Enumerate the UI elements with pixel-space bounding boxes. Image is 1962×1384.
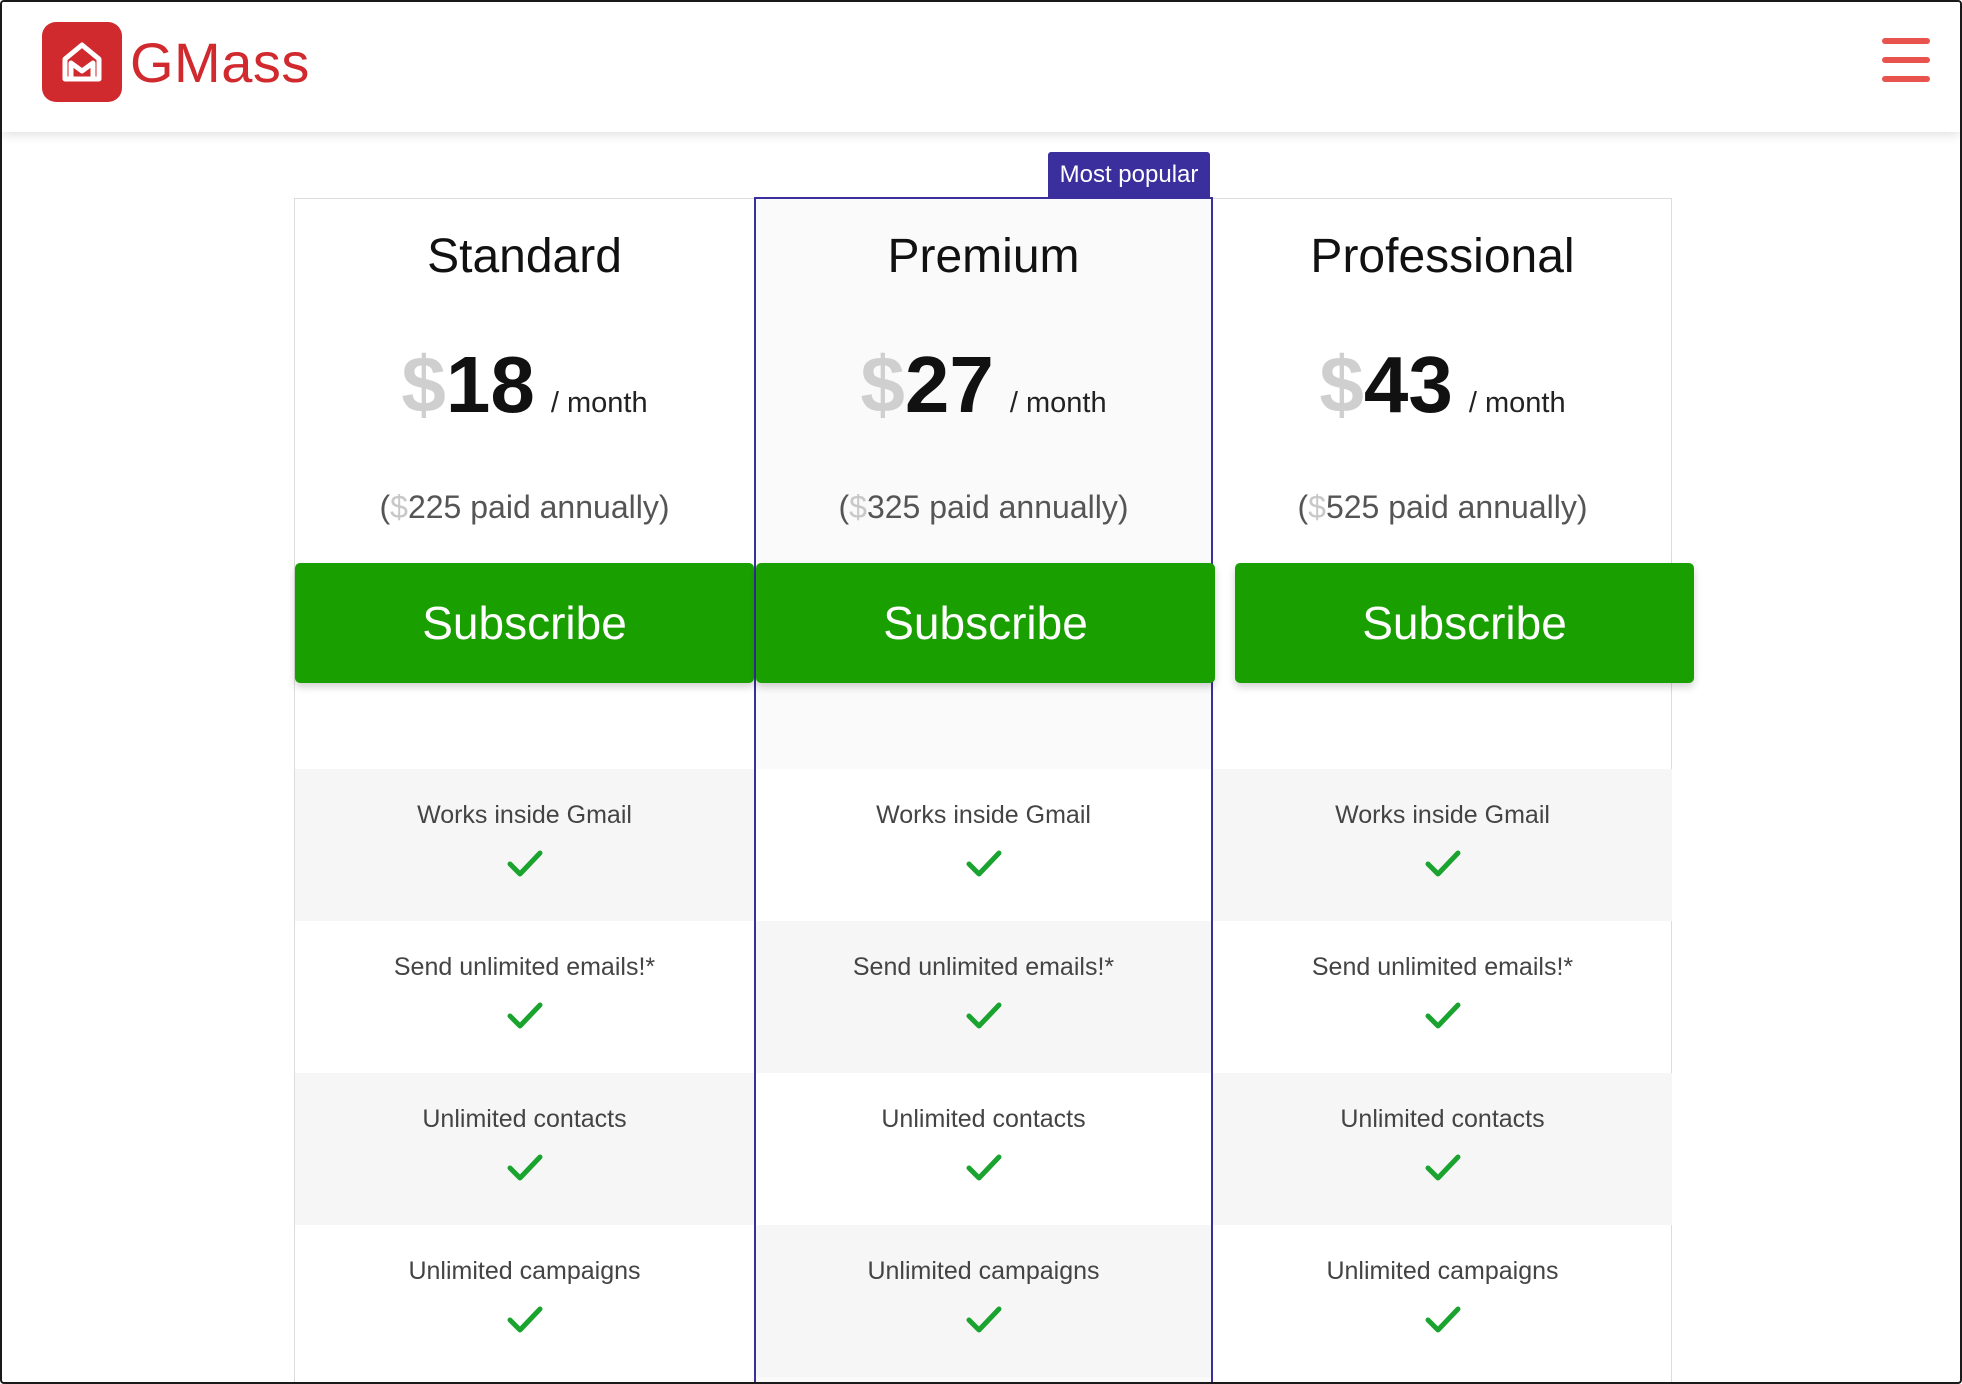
feature-row: Unlimited contacts (295, 1073, 754, 1225)
checkmark-icon (966, 1154, 1001, 1181)
checkmark-icon (1425, 1154, 1460, 1181)
checkmark-icon (507, 850, 542, 877)
plan-price: $18 / month (295, 339, 754, 431)
feature-row: Unlimited contacts (1213, 1073, 1672, 1225)
plan-card-professional: Professional $43 / month ($525 paid annua… (1213, 199, 1672, 1382)
price-period: / month (1468, 387, 1566, 419)
feature-list: Works inside Gmail Send unlimited emails… (295, 769, 754, 1377)
plan-price: $27 / month (756, 339, 1211, 431)
feature-row: Unlimited campaigns (756, 1225, 1211, 1377)
checkmark-icon (507, 1154, 542, 1181)
feature-row: Works inside Gmail (1213, 769, 1672, 921)
price-amount: 27 (904, 340, 994, 429)
subscribe-button-professional[interactable]: Subscribe (1235, 563, 1694, 683)
annual-price: ($525 paid annually) (1297, 489, 1588, 525)
feature-row: Works inside Gmail (756, 769, 1211, 921)
plan-name: Standard (427, 230, 622, 283)
checkmark-icon (507, 1002, 542, 1029)
feature-row: Send unlimited emails!* (295, 921, 754, 1073)
feature-row: Send unlimited emails!* (756, 921, 1211, 1073)
subscribe-button-standard[interactable]: Subscribe (295, 563, 754, 683)
site-header: GMass (2, 2, 1960, 132)
price-amount: 43 (1363, 340, 1453, 429)
plan-card-premium: Premium $27/ month ($325 paid annually) … (754, 197, 1213, 1382)
browser-viewport: GMass Most popular Standard $18 / month (… (0, 0, 1962, 1384)
annual-price: ($325 paid annually) (838, 489, 1129, 525)
checkmark-icon (1425, 1306, 1460, 1333)
plan-price: $43 / month (1213, 339, 1672, 431)
currency-symbol: $ (401, 340, 446, 429)
checkmark-icon (966, 1306, 1001, 1333)
brand-logo[interactable]: GMass (42, 22, 310, 102)
feature-row: Unlimited campaigns (1213, 1225, 1672, 1377)
plan-name: Premium (887, 230, 1080, 283)
feature-row: Unlimited campaigns (295, 1225, 754, 1377)
feature-list: Works inside Gmail Send unlimited emails… (756, 769, 1211, 1377)
price-period: / month (1009, 387, 1107, 419)
currency-symbol: $ (1319, 340, 1364, 429)
checkmark-icon (1425, 1002, 1460, 1029)
checkmark-icon (507, 1306, 542, 1333)
currency-symbol: $ (860, 340, 905, 429)
plan-card-standard: Standard $18 / month ($225 paid annually)… (295, 199, 754, 1382)
price-amount: 18 (445, 340, 535, 429)
feature-row: Works inside Gmail (295, 769, 754, 921)
annual-price: ($225 paid annually) (379, 489, 670, 525)
feature-row: Send unlimited emails!* (1213, 921, 1672, 1073)
feature-list: Works inside Gmail Send unlimited emails… (1213, 769, 1672, 1377)
feature-row: Unlimited contacts (756, 1073, 1211, 1225)
checkmark-icon (966, 1002, 1001, 1029)
subscribe-button-premium[interactable]: Subscribe (756, 563, 1215, 683)
plan-name: Professional (1310, 230, 1575, 283)
hamburger-menu-icon[interactable] (1882, 38, 1930, 82)
pricing-table: Standard $18 / month ($225 paid annually)… (294, 197, 1694, 1382)
checkmark-icon (1425, 850, 1460, 877)
brand-name: GMass (130, 30, 310, 94)
price-period: / month (550, 387, 648, 419)
gmass-logo-icon (42, 22, 122, 102)
checkmark-icon (966, 850, 1001, 877)
most-popular-badge: Most popular (1048, 152, 1210, 198)
